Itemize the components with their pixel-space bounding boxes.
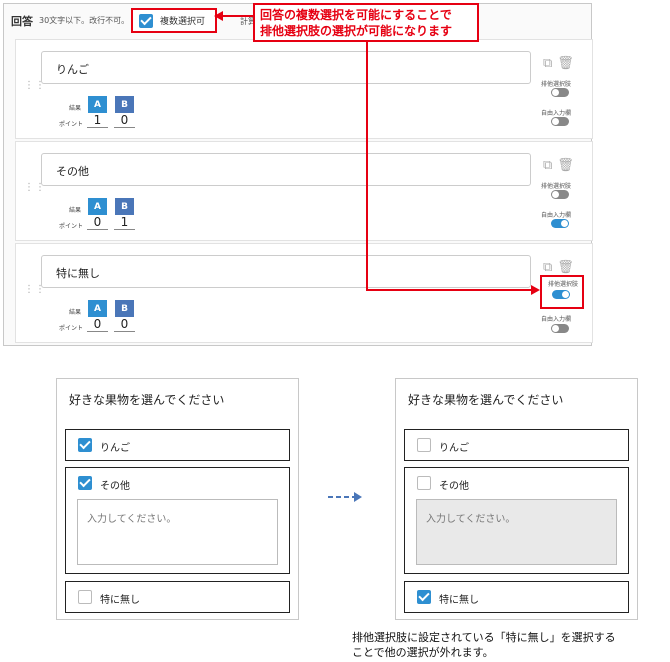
option-row: ⋮⋮ 特に無し 結果 ポイント A B 0 0 ⧉🗑 排他選択肢 自由入力欄 — [15, 243, 593, 343]
choice-item[interactable]: 特に無し — [65, 581, 290, 613]
result-label: 結果 — [69, 309, 82, 316]
choice-item[interactable]: その他 入力してください。 — [65, 467, 290, 574]
choice-label: 特に無し — [439, 595, 479, 606]
copy-icon[interactable]: ⧉ — [543, 56, 557, 71]
preview-before-card: 好きな果物を選んでください りんご その他 入力してください。 特に無し — [56, 378, 299, 620]
free-input-toggle[interactable] — [551, 219, 569, 228]
arrow-right-icon — [354, 492, 362, 502]
trash-icon[interactable]: 🗑 — [557, 56, 579, 71]
exclusive-label: 排他選択肢 — [547, 281, 578, 288]
answer-editor-panel: 回答 30文字以下。改行不可。 複数選択可 計算 ⋮⋮ りんご 結果 ポイント … — [3, 3, 593, 346]
choice-label: 特に無し — [100, 595, 140, 606]
option-actions: ⧉🗑 — [543, 56, 579, 71]
exclusive-label: 排他選択肢 — [540, 183, 571, 190]
choice-checkbox[interactable] — [417, 438, 431, 452]
callout-line: 排他選択肢の選択が可能になります — [260, 24, 453, 38]
point-label: ポイント — [59, 325, 84, 332]
free-input-label: 自由入力欄 — [540, 110, 571, 117]
option-row: ⋮⋮ りんご 結果 ポイント A B 1 0 ⧉🗑 排他選択肢 自由入力欄 — [15, 39, 593, 139]
exclusive-toggle[interactable] — [551, 190, 569, 199]
option-text-input[interactable]: 特に無し — [41, 255, 531, 288]
callout-connector — [222, 15, 253, 17]
caption-line: 排他選択肢に設定されている「特に無し」を選択する — [352, 631, 616, 644]
arrow-head-icon — [531, 285, 540, 295]
point-b-input[interactable]: 0 — [114, 317, 135, 332]
point-b-input[interactable]: 1 — [114, 215, 135, 230]
choice-item[interactable]: 特に無し — [404, 581, 629, 613]
caption-line: ことで他の選択が外れます。 — [352, 646, 494, 659]
copy-icon[interactable]: ⧉ — [543, 260, 557, 275]
choice-checkbox[interactable] — [78, 438, 92, 452]
result-a-button[interactable]: A — [88, 300, 107, 317]
preview-after-card: 好きな果物を選んでください りんご その他 入力してください。 特に無し — [395, 378, 638, 620]
point-a-input[interactable]: 0 — [87, 215, 108, 230]
callout-connector — [366, 42, 368, 290]
arrow-head-icon — [214, 11, 223, 21]
multi-select-highlight[interactable]: 複数選択可 — [131, 8, 217, 33]
free-input-label: 自由入力欄 — [540, 212, 571, 219]
choice-label: りんご — [100, 443, 130, 454]
drag-handle-icon[interactable]: ⋮⋮ — [24, 183, 45, 193]
multi-select-checkbox[interactable] — [139, 13, 153, 28]
choice-item[interactable]: りんご — [65, 429, 290, 461]
result-b-button[interactable]: B — [115, 300, 134, 317]
choice-checkbox[interactable] — [78, 590, 92, 604]
free-input-label: 自由入力欄 — [540, 316, 571, 323]
point-label: ポイント — [59, 223, 84, 230]
option-actions: ⧉🗑 — [543, 260, 579, 275]
point-a-input[interactable]: 0 — [87, 317, 108, 332]
choice-label: りんご — [439, 443, 469, 454]
choice-checkbox[interactable] — [417, 590, 431, 604]
option-actions: ⧉🗑 — [543, 158, 579, 173]
exclusive-highlight: 排他選択肢 — [540, 275, 584, 309]
question-title: 好きな果物を選んでください — [69, 393, 225, 407]
result-label: 結果 — [69, 105, 82, 112]
result-label: 結果 — [69, 207, 82, 214]
drag-handle-icon[interactable]: ⋮⋮ — [24, 285, 45, 295]
free-input-textarea[interactable]: 入力してください。 — [416, 499, 617, 565]
choice-checkbox[interactable] — [78, 476, 92, 490]
answer-hint: 30文字以下。改行不可。 — [39, 16, 130, 25]
choice-label: その他 — [439, 481, 469, 492]
result-b-button[interactable]: B — [115, 198, 134, 215]
trash-icon[interactable]: 🗑 — [557, 260, 579, 275]
result-a-button[interactable]: A — [88, 198, 107, 215]
choice-checkbox[interactable] — [417, 476, 431, 490]
choice-label: その他 — [100, 481, 130, 492]
point-label: ポイント — [59, 121, 84, 128]
result-a-button[interactable]: A — [88, 96, 107, 113]
exclusive-label: 排他選択肢 — [540, 81, 571, 88]
caption: 排他選択肢に設定されている「特に無し」を選択する ことで他の選択が外れます。 — [352, 630, 616, 660]
point-a-input[interactable]: 1 — [87, 113, 108, 128]
option-text-input[interactable]: りんご — [41, 51, 531, 84]
drag-handle-icon[interactable]: ⋮⋮ — [24, 81, 45, 91]
free-input-textarea[interactable]: 入力してください。 — [77, 499, 278, 565]
exclusive-toggle[interactable] — [552, 290, 570, 299]
question-title: 好きな果物を選んでください — [408, 393, 564, 407]
free-input-toggle[interactable] — [551, 324, 569, 333]
answer-section-label: 回答 — [11, 15, 33, 28]
callout-line: 回答の複数選択を可能にすることで — [260, 8, 452, 22]
multi-select-label: 複数選択可 — [160, 17, 206, 27]
choice-item[interactable]: その他 入力してください。 — [404, 467, 629, 574]
copy-icon[interactable]: ⧉ — [543, 158, 557, 173]
result-b-button[interactable]: B — [115, 96, 134, 113]
option-text-input[interactable]: その他 — [41, 153, 531, 186]
option-row: ⋮⋮ その他 結果 ポイント A B 0 1 ⧉🗑 排他選択肢 自由入力欄 — [15, 141, 593, 241]
free-input-toggle[interactable] — [551, 117, 569, 126]
point-b-input[interactable]: 0 — [114, 113, 135, 128]
choice-item[interactable]: りんご — [404, 429, 629, 461]
callout-connector — [366, 289, 532, 291]
exclusive-toggle[interactable] — [551, 88, 569, 97]
callout-note: 回答の複数選択を可能にすることで 排他選択肢の選択が可能になります — [253, 3, 479, 42]
transition-arrow — [328, 496, 354, 498]
trash-icon[interactable]: 🗑 — [557, 158, 579, 173]
